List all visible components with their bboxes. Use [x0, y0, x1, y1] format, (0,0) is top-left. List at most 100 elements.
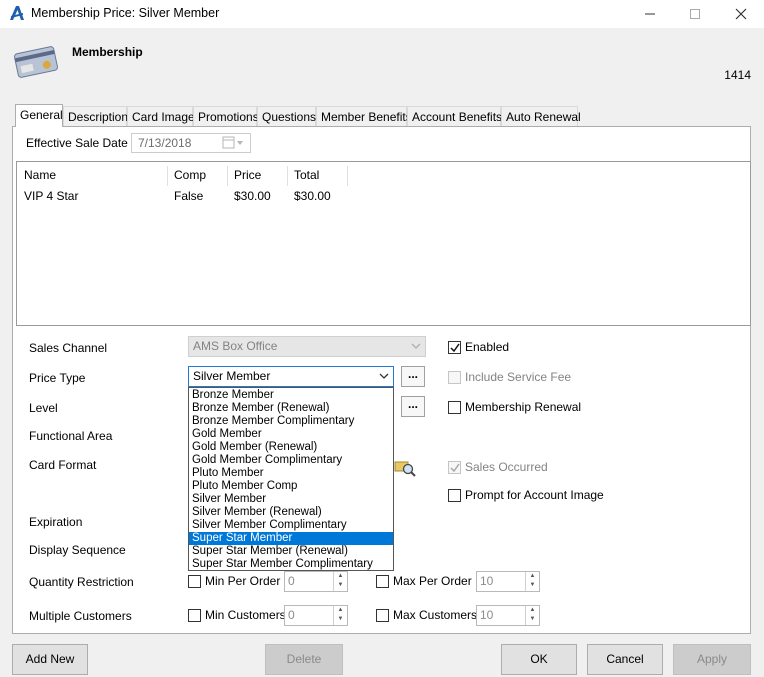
multiple-customers-label: Multiple Customers: [29, 609, 132, 623]
display-sequence-label: Display Sequence: [29, 543, 126, 557]
calendar-icon[interactable]: [222, 136, 246, 150]
spin-down-icon[interactable]: ▼: [526, 581, 539, 590]
enabled-label: Enabled: [465, 340, 510, 354]
grid-header-total[interactable]: Total: [286, 166, 348, 186]
table-row-price[interactable]: $30.00: [234, 189, 271, 203]
price-type-label: Price Type: [29, 371, 86, 385]
checkmark-icon: [450, 343, 460, 353]
enabled-checkbox[interactable]: [448, 341, 461, 354]
close-button[interactable]: [718, 0, 764, 28]
list-item[interactable]: Bronze Member (Renewal): [189, 402, 393, 415]
list-item[interactable]: Gold Member: [189, 428, 393, 441]
list-item[interactable]: Silver Member (Renewal): [189, 506, 393, 519]
spin-down-icon[interactable]: ▼: [334, 615, 347, 624]
sales-occurred-label: Sales Occurred: [465, 460, 548, 474]
min-customers-checkbox[interactable]: [188, 609, 201, 622]
min-per-order-label: Min Per Order: [205, 574, 281, 588]
grid-header-comp[interactable]: Comp: [166, 166, 228, 186]
membership-renewal-checkbox[interactable]: [448, 401, 461, 414]
price-type-value: Silver Member: [193, 369, 271, 383]
max-per-order-label: Max Per Order: [393, 574, 472, 588]
level-browse-button[interactable]: ...: [401, 396, 425, 417]
list-item[interactable]: Pluto Member Comp: [189, 480, 393, 493]
sales-channel-select[interactable]: AMS Box Office: [188, 336, 426, 357]
spin-up-icon[interactable]: ▲: [334, 606, 347, 615]
list-item[interactable]: Super Star Member (Renewal): [189, 545, 393, 558]
tab-account-benefits[interactable]: Account Benefits: [407, 106, 502, 126]
checkmark-icon: [450, 463, 460, 473]
maximize-button[interactable]: [672, 0, 718, 28]
sales-channel-value: AMS Box Office: [193, 339, 278, 353]
sales-occurred-checkbox[interactable]: [448, 461, 461, 474]
list-item[interactable]: Bronze Member: [189, 389, 393, 402]
spin-down-icon[interactable]: ▼: [526, 615, 539, 624]
min-customers-stepper[interactable]: 0 ▲ ▼: [284, 605, 348, 626]
table-row-name[interactable]: VIP 4 Star: [24, 189, 78, 203]
quantity-restriction-label: Quantity Restriction: [29, 575, 134, 589]
close-icon: [735, 8, 747, 20]
spin-up-icon[interactable]: ▲: [526, 606, 539, 615]
max-customers-stepper[interactable]: 10 ▲ ▼: [476, 605, 540, 626]
list-item[interactable]: Bronze Member Complimentary: [189, 415, 393, 428]
spin-up-icon[interactable]: ▲: [334, 572, 347, 581]
include-service-fee-label: Include Service Fee: [465, 370, 572, 384]
include-service-fee-checkbox[interactable]: [448, 371, 461, 384]
prompt-account-image-label: Prompt for Account Image: [465, 488, 604, 502]
sales-channel-label: Sales Channel: [29, 341, 108, 355]
level-label: Level: [29, 401, 58, 415]
card-format-search-icon[interactable]: [394, 458, 416, 478]
grid-header-price[interactable]: Price: [226, 166, 288, 186]
minimize-button[interactable]: [627, 0, 673, 28]
max-per-order-checkbox[interactable]: [376, 575, 389, 588]
tab-member-benefits[interactable]: Member Benefits: [316, 106, 412, 126]
spin-down-icon[interactable]: ▼: [334, 581, 347, 590]
max-per-order-value: 10: [480, 574, 494, 588]
functional-area-label: Functional Area: [29, 429, 113, 443]
card-format-label: Card Format: [29, 458, 97, 472]
min-per-order-checkbox[interactable]: [188, 575, 201, 588]
app-logo-icon: [9, 5, 25, 21]
spin-up-icon[interactable]: ▲: [526, 572, 539, 581]
max-customers-checkbox[interactable]: [376, 609, 389, 622]
min-per-order-value: 0: [288, 574, 295, 588]
list-item[interactable]: Gold Member (Renewal): [189, 441, 393, 454]
list-item[interactable]: Silver Member Complimentary: [189, 519, 393, 532]
record-id: 1414: [724, 68, 751, 82]
ok-button[interactable]: OK: [501, 644, 577, 675]
tab-auto-renewal[interactable]: Auto Renewal: [501, 106, 581, 126]
min-per-order-stepper[interactable]: 0 ▲ ▼: [284, 571, 348, 592]
tab-card-image[interactable]: Card Image: [127, 106, 195, 126]
tab-promotions[interactable]: Promotions: [193, 106, 259, 126]
add-new-button[interactable]: Add New: [12, 644, 88, 675]
list-item[interactable]: Pluto Member: [189, 467, 393, 480]
expiration-label: Expiration: [29, 515, 83, 529]
price-type-select[interactable]: Silver Member: [188, 366, 394, 387]
min-customers-value: 0: [288, 608, 295, 622]
max-customers-label: Max Customers: [393, 608, 478, 622]
tab-description[interactable]: Description: [63, 106, 128, 126]
list-item[interactable]: Super Star Member Complimentary: [189, 558, 393, 571]
tab-questions[interactable]: Questions: [257, 106, 316, 126]
price-type-browse-button[interactable]: ...: [401, 366, 425, 387]
membership-renewal-label: Membership Renewal: [465, 400, 582, 414]
chevron-down-icon: [411, 343, 421, 349]
prompt-account-image-checkbox[interactable]: [448, 489, 461, 502]
cancel-button[interactable]: Cancel: [587, 644, 663, 675]
minimize-icon: [645, 13, 655, 15]
max-per-order-stepper[interactable]: 10 ▲ ▼: [476, 571, 540, 592]
header-title: Membership: [72, 45, 143, 59]
tab-general[interactable]: General: [15, 104, 63, 127]
min-customers-label: Min Customers: [205, 608, 286, 622]
table-row-total[interactable]: $30.00: [294, 189, 331, 203]
list-item[interactable]: Silver Member: [189, 493, 393, 506]
list-item-highlighted[interactable]: Super Star Member: [189, 532, 393, 545]
price-type-dropdown-list[interactable]: Bronze Member Bronze Member (Renewal) Br…: [188, 387, 394, 571]
apply-button[interactable]: Apply: [673, 644, 751, 675]
delete-button[interactable]: Delete: [265, 644, 343, 675]
effective-sale-date-label: Effective Sale Date: [26, 136, 128, 150]
table-row-comp[interactable]: False: [174, 189, 203, 203]
membership-card-icon: [10, 44, 62, 80]
grid-header-name[interactable]: Name: [16, 166, 168, 186]
max-customers-value: 10: [480, 608, 494, 622]
list-item[interactable]: Gold Member Complimentary: [189, 454, 393, 467]
